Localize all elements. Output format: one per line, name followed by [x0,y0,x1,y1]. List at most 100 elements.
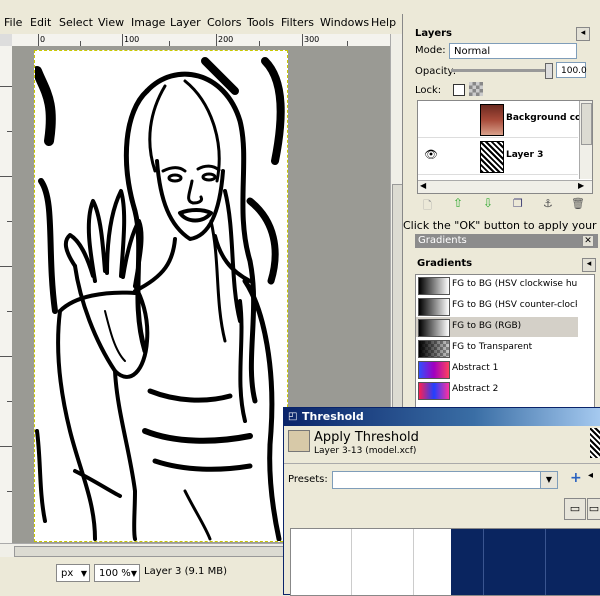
menu-file[interactable]: File [4,16,22,29]
ruler-tick [0,446,12,447]
menu-colors[interactable]: Colors [207,16,241,29]
chevron-down-icon: ▼ [80,569,87,578]
linear-histogram-icon[interactable]: ▭ [564,498,586,520]
menu-view[interactable]: View [98,16,124,29]
gradient-item[interactable]: FG to BG (HSV counter-clockwise [416,296,578,316]
lock-pixels-checkbox[interactable] [453,84,465,96]
ruler-tick [122,34,123,46]
gradient-label: FG to Transparent [452,342,533,352]
layers-list[interactable]: Background cop 👁 Layer 3 ◀ ▶ [417,100,593,194]
layers-vscrollbar[interactable] [579,101,592,179]
menu-select[interactable]: Select [59,16,93,29]
panel-menu-icon[interactable]: ◂ [576,27,590,41]
layer-row[interactable]: 👁 Layer 3 [418,138,578,175]
eye-icon[interactable]: 👁 [424,148,438,161]
histogram[interactable] [290,528,600,596]
anchor-layer-icon[interactable]: ⚓ [543,197,553,210]
zoom-value: 100 % [99,568,131,579]
layers-scroll-thumb[interactable] [581,103,592,145]
gradient-swatch [418,340,450,358]
app-icon: ◰ [288,411,298,422]
gradients-list[interactable]: FG to BG (HSV clockwise hue) FG to BG (H… [415,274,595,414]
gradient-item-selected[interactable]: FG to BG (RGB) [416,317,578,337]
add-preset-icon[interactable]: + [570,470,582,486]
presets-label: Presets: [288,474,328,485]
background-text: Click the "OK" button to apply your [403,219,597,232]
ruler-tick [0,266,12,267]
opacity-slider-handle[interactable] [545,63,553,79]
opacity-value: 100.0 [561,66,587,76]
gradients-header: Gradients [417,258,473,269]
scroll-right-icon[interactable]: ▶ [578,181,584,190]
gradient-item[interactable]: FG to BG (HSV clockwise hue) [416,275,578,295]
gradient-label: FG to BG (RGB) [452,321,522,331]
menu-edit[interactable]: Edit [30,16,51,29]
raise-layer-icon[interactable]: ⇧ [453,196,463,210]
gradient-item[interactable]: Abstract 2 [416,380,578,400]
dialog-heading: Apply Threshold [314,430,419,445]
menu-image[interactable]: Image [131,16,165,29]
chevron-down-icon[interactable]: ▼ [540,472,557,488]
ruler-tick [0,86,12,87]
ruler-mark-200: 200 [218,35,234,44]
ruler-mark-100: 100 [124,35,140,44]
unit-select[interactable]: px ▼ [56,564,90,582]
opacity-input[interactable]: 100.0 [556,62,587,78]
zoom-select[interactable]: 100 % ▼ [94,564,140,582]
duplicate-layer-icon[interactable]: ❐ [513,197,523,210]
mode-select[interactable]: Normal [449,43,577,59]
layers-hscrollbar[interactable]: ◀ ▶ [418,180,592,193]
lock-label: Lock: [415,85,442,96]
gradients-tab[interactable]: Gradients [415,234,598,248]
ruler-tick [0,356,12,357]
menu-layer[interactable]: Layer [170,16,201,29]
new-layer-icon[interactable]: 🗋 [423,197,432,216]
gradient-label: FG to BG (HSV clockwise hue) [452,279,577,289]
gradient-swatch [418,382,450,400]
image-canvas[interactable] [32,50,288,542]
layer-preview-icon [590,428,600,458]
gradients-panel: Gradients ✕ Gradients ◂ FG to BG (HSV cl… [415,234,600,414]
scroll-left-icon[interactable]: ◀ [420,181,426,190]
log-histogram-icon[interactable]: ▭ [587,498,600,520]
menubar: File Edit Select View Image Layer Colors… [0,14,402,34]
preset-menu-icon[interactable]: ◂ [588,470,593,481]
layers-panel: Layers ◂ Mode: Normal Opacity: 100.0 Loc… [403,14,600,234]
gradient-swatch [418,361,450,379]
threshold-line-art [32,57,285,542]
gradients-tab-title: Gradients [418,235,467,246]
layer-thumbnail [480,104,504,136]
histogram-gridline [483,529,484,595]
delete-layer-icon[interactable]: 🗑 [571,197,585,210]
gradient-item[interactable]: FG to Transparent [416,338,578,358]
ruler-tick [302,34,303,46]
panel-menu-icon[interactable]: ◂ [582,258,596,272]
lower-layer-icon[interactable]: ⇩ [483,196,493,210]
dialog-titlebar[interactable]: ◰ Threshold [284,408,600,426]
chevron-down-icon: ▼ [130,569,137,578]
dialog-title: Threshold [302,410,364,423]
unit-value: px [61,568,74,579]
gradient-swatch [418,319,450,337]
menu-windows[interactable]: Windows [320,16,369,29]
menu-tools[interactable]: Tools [247,16,274,29]
close-icon[interactable]: ✕ [582,235,594,247]
ruler-tick [0,176,12,177]
presets-select[interactable]: ▼ [332,471,558,489]
ruler-mark-0: 0 [40,35,46,44]
gradient-item[interactable]: Abstract 1 [416,359,578,379]
histogram-gridline [413,529,414,595]
mode-label: Mode: [415,45,446,56]
divider [284,463,600,464]
layer-name: Layer 3 [506,150,544,160]
opacity-slider-track[interactable] [451,69,551,72]
menu-help[interactable]: Help [371,16,396,29]
layer-name: Background cop [506,113,588,123]
threshold-range[interactable] [451,529,600,595]
dock-panel: Layers ◂ Mode: Normal Opacity: 100.0 Loc… [402,14,600,414]
layer-row[interactable]: Background cop [418,101,588,138]
menu-filters[interactable]: Filters [281,16,314,29]
histogram-gridline [545,529,546,595]
ruler-mark-300: 300 [304,35,320,44]
lock-alpha-icon[interactable] [469,82,483,96]
